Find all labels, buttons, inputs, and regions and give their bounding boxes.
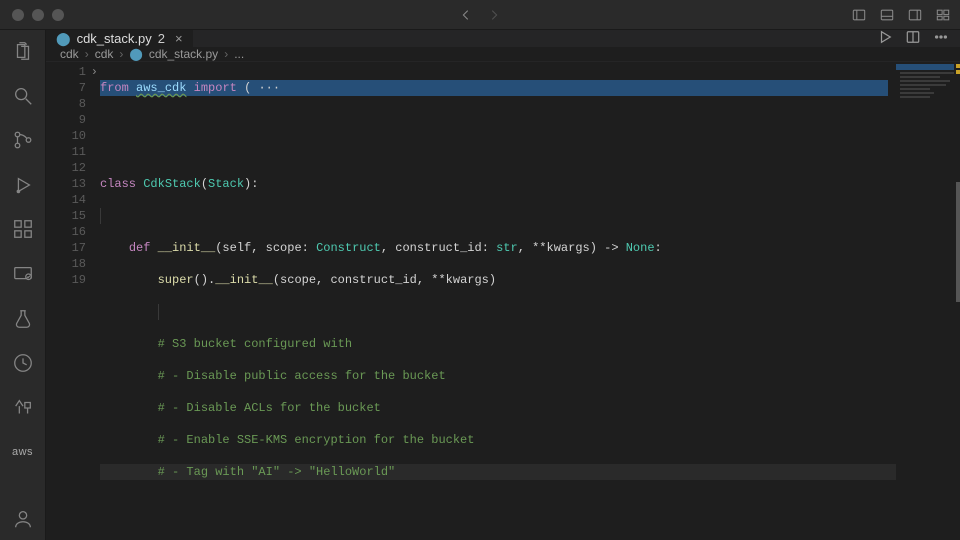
code-token: Construct [316, 241, 381, 255]
code-comment: # - Enable SSE-KMS encryption for the bu… [158, 433, 475, 447]
code-token: class [100, 177, 136, 191]
code-fold-ellipsis[interactable]: ( ··· [244, 81, 280, 95]
layout-grid-icon[interactable] [936, 8, 950, 22]
line-number: 17 [46, 240, 100, 256]
code-token: aws_cdk [136, 81, 186, 95]
aws-toolkit-icon[interactable] [11, 396, 35, 419]
nav-forward-icon[interactable] [487, 8, 501, 22]
editor-group: ⬤ cdk_stack.py 2 × cdk › cdk › ⬤ cdk_sta… [46, 30, 960, 540]
editor-actions [878, 30, 960, 47]
window-close-dot[interactable] [12, 9, 24, 21]
chevron-right-icon: › [85, 47, 89, 61]
run-debug-icon[interactable] [11, 174, 35, 197]
line-number: 15 [46, 208, 100, 224]
code-token: (self, scope: [215, 241, 316, 255]
accounts-icon[interactable] [11, 507, 35, 530]
code-comment: # S3 bucket configured with [158, 337, 352, 351]
source-control-icon[interactable] [11, 129, 35, 152]
code-token: : [251, 177, 258, 191]
explorer-icon[interactable] [11, 40, 35, 63]
code-content[interactable]: from aws_cdk import ( ··· class CdkStack… [100, 62, 960, 540]
breadcrumb-seg-1[interactable]: cdk [95, 47, 114, 61]
window-controls[interactable] [12, 9, 64, 21]
code-token: def [129, 241, 151, 255]
testing-icon[interactable] [11, 307, 35, 330]
titlebar [0, 0, 960, 30]
extensions-icon[interactable] [11, 218, 35, 241]
window-minimize-dot[interactable] [32, 9, 44, 21]
python-file-icon: ⬤ [129, 47, 142, 61]
window-zoom-dot[interactable] [52, 9, 64, 21]
line-number: 9 [46, 112, 100, 128]
line-gutter: 1 7 8 9 10 11 12 13 14 15 16 17 18 19 [46, 62, 100, 540]
line-number: 19 [46, 272, 100, 288]
more-actions-icon[interactable] [934, 30, 948, 47]
line-number: 18 [46, 256, 100, 272]
breadcrumb-seg-0[interactable]: cdk [60, 47, 79, 61]
panel-left-icon[interactable] [852, 8, 866, 22]
activity-bar: aws [0, 30, 46, 540]
line-number: 14 [46, 192, 100, 208]
nav-back-icon[interactable] [459, 8, 473, 22]
code-token: str [496, 241, 518, 255]
line-number: 12 [46, 160, 100, 176]
line-number: 16 [46, 224, 100, 240]
code-token: import [194, 81, 237, 95]
panel-right-icon[interactable] [908, 8, 922, 22]
editor-body[interactable]: 1 7 8 9 10 11 12 13 14 15 16 17 18 19 fr… [46, 62, 960, 540]
code-token: : [655, 241, 662, 255]
remote-icon[interactable] [11, 263, 35, 286]
code-token: None [626, 241, 655, 255]
python-file-icon: ⬤ [56, 31, 71, 47]
tab-dirty-badge: 2 [158, 31, 165, 46]
breadcrumb-seg-3[interactable]: ... [234, 47, 244, 61]
line-number[interactable]: 1 [46, 64, 100, 80]
tab-cdk-stack[interactable]: ⬤ cdk_stack.py 2 × [46, 30, 194, 47]
code-token: __init__ [215, 273, 273, 287]
code-token: __init__ [158, 241, 216, 255]
line-number: 11 [46, 144, 100, 160]
code-token: , **kwargs) -> [518, 241, 626, 255]
line-number: 10 [46, 128, 100, 144]
breadcrumb-seg-2[interactable]: cdk_stack.py [149, 47, 218, 61]
chevron-right-icon: › [119, 47, 123, 61]
code-token: Stack [208, 177, 244, 191]
code-token: (scope, construct_id, **kwargs) [273, 273, 496, 287]
code-comment: # - Tag with "AI" -> "HelloWorld" [158, 465, 396, 479]
search-icon[interactable] [11, 85, 35, 108]
split-editor-icon[interactable] [906, 30, 920, 47]
code-comment: # - Disable public access for the bucket [158, 369, 446, 383]
breadcrumb[interactable]: cdk › cdk › ⬤ cdk_stack.py › ... [46, 47, 960, 62]
line-number: 8 [46, 96, 100, 112]
code-token: from [100, 81, 129, 95]
line-number: 13 [46, 176, 100, 192]
run-file-icon[interactable] [878, 30, 892, 47]
chevron-right-icon: › [224, 47, 228, 61]
tab-filename: cdk_stack.py [77, 31, 152, 46]
titlebar-layout-controls [852, 8, 950, 22]
code-token: (). [194, 273, 216, 287]
aws-label[interactable]: aws [11, 441, 35, 464]
code-token: super [158, 273, 194, 287]
code-token: CdkStack [143, 177, 201, 191]
line-number: 7 [46, 80, 100, 96]
panel-bottom-icon[interactable] [880, 8, 894, 22]
code-token: , construct_id: [381, 241, 496, 255]
titlebar-nav [459, 8, 501, 22]
minimap[interactable] [896, 62, 960, 540]
timeline-icon[interactable] [11, 352, 35, 375]
tabs-bar: ⬤ cdk_stack.py 2 × [46, 30, 960, 47]
code-comment: # - Disable ACLs for the bucket [158, 401, 381, 415]
tab-close-icon[interactable]: × [175, 31, 183, 46]
